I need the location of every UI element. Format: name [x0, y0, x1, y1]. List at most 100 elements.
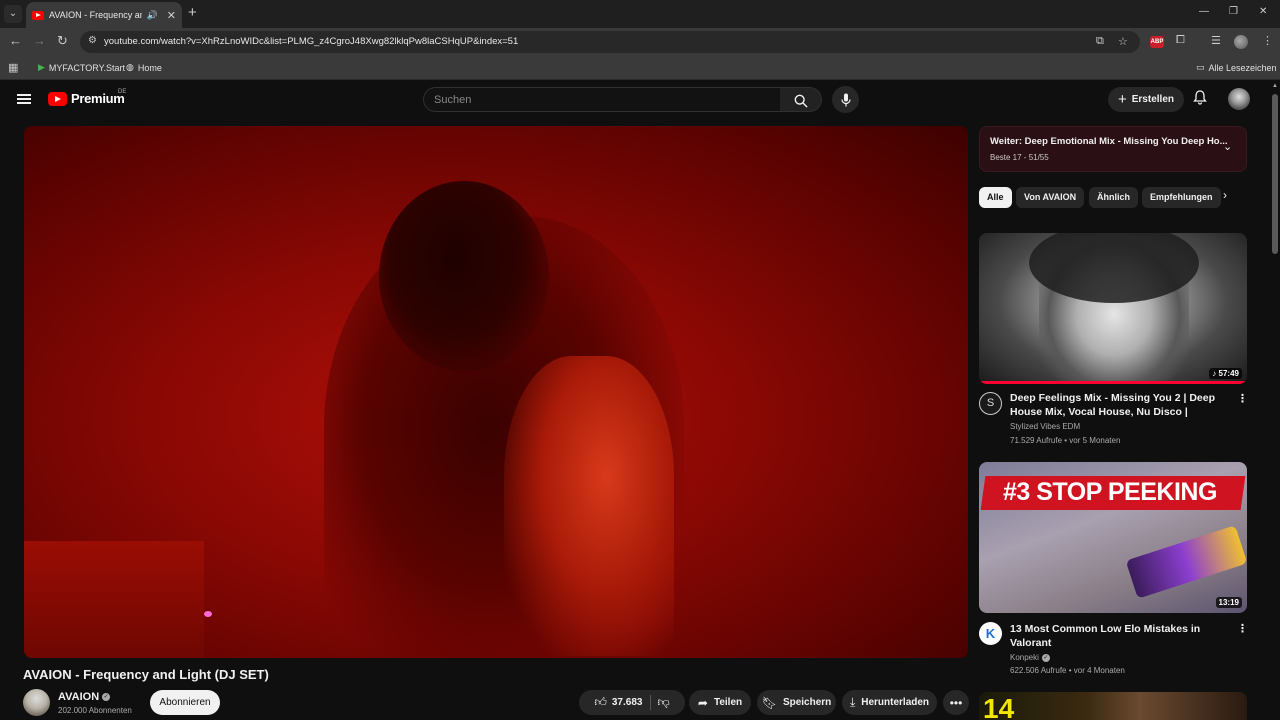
all-bookmarks-label: Alle Lesezeichen — [1208, 62, 1277, 73]
channel-label: Konpeki — [1010, 653, 1039, 662]
country-code: DE — [118, 89, 127, 95]
recommendation-channel[interactable]: Konpeki ✓ — [1010, 653, 1050, 662]
search-placeholder: Suchen — [434, 94, 472, 106]
save-label: Speichern — [782, 697, 832, 708]
forward-icon[interactable]: → — [33, 33, 46, 48]
like-button[interactable]: 👍︎ 37.683 — [594, 695, 652, 710]
dislike-button[interactable]: 👎︎ — [657, 695, 669, 710]
apps-grid-icon[interactable]: ▦ — [8, 61, 18, 74]
url-text: youtube.com/watch?v=XhRzLnoWIDc&list=PLM… — [104, 36, 519, 47]
profile-icon[interactable] — [1234, 35, 1248, 49]
create-button[interactable]: + Erstellen — [1108, 87, 1184, 112]
page-scrollbar[interactable]: ▲ — [1270, 80, 1280, 720]
youtube-logo-icon — [48, 91, 67, 106]
recommendation-channel[interactable]: Stylized Vibes EDM — [1010, 422, 1080, 431]
maximize-icon[interactable]: ❐ — [1229, 6, 1238, 17]
logo-text: Premium — [71, 91, 125, 106]
thumbnail-text: #3 STOP PEEKING — [1003, 478, 1217, 506]
video-thumbnail[interactable]: ♪ 57:49 — [979, 233, 1247, 384]
reading-list-icon[interactable]: ☰ — [1211, 34, 1221, 47]
search-icon — [794, 94, 808, 108]
bookmarks-bar: ▦ ▶ MYFACTORY.Start ◍ Home ▭ Alle Leseze… — [0, 56, 1280, 80]
like-dislike-group: 👍︎ 37.683 👎︎ — [579, 690, 685, 715]
install-app-icon[interactable]: ⧉ — [1096, 35, 1104, 48]
video-frame-light — [204, 611, 212, 617]
playlist-position: Beste 17 - 51/55 — [990, 153, 1049, 162]
verified-icon: ✓ — [1041, 653, 1050, 662]
menu-icon[interactable] — [17, 94, 31, 104]
create-label: Erstellen — [1131, 94, 1174, 105]
reload-icon[interactable]: ↻ — [57, 33, 68, 49]
channel-avatar-konpeki[interactable]: K — [979, 622, 1002, 645]
thumbs-up-icon: 👍︎ — [594, 695, 607, 709]
bookmark-home[interactable]: ◍ Home — [126, 62, 162, 73]
tab-close-icon[interactable]: ✕ — [167, 9, 176, 22]
verified-icon: ✓ — [102, 693, 111, 701]
recommendation-title[interactable]: Deep Feelings Mix - Missing You 2 | Deep… — [1010, 391, 1232, 419]
bookmark-label: MYFACTORY.Start — [48, 62, 125, 73]
video-player[interactable] — [24, 126, 968, 658]
thumbnail-weapon — [1125, 525, 1247, 599]
recommendation-meta: 71.529 Aufrufe • vor 5 Monaten — [1010, 436, 1121, 445]
video-thumbnail[interactable]: #3 STOP PEEKING 13:19 — [979, 462, 1247, 613]
new-tab-icon[interactable]: + — [188, 4, 197, 21]
chip-aehnlich[interactable]: Ähnlich — [1089, 187, 1138, 208]
save-button[interactable]: 🔖︎ Speichern — [757, 690, 836, 715]
scrollbar-thumb[interactable] — [1272, 94, 1278, 254]
chip-alle[interactable]: Alle — [979, 187, 1012, 208]
address-bar[interactable]: ⚙ youtube.com/watch?v=XhRzLnoWIDc&list=P… — [80, 31, 1140, 53]
search-input[interactable]: Suchen — [423, 87, 781, 112]
playlist-next-title: Weiter: Deep Emotional Mix - Missing You… — [990, 136, 1228, 147]
minimize-icon[interactable]: — — [1199, 6, 1209, 17]
browser-navbar: ← → ↻ ⚙ youtube.com/watch?v=XhRzLnoWIDc&… — [0, 28, 1280, 56]
chevron-down-icon[interactable]: ⌄ — [1223, 140, 1232, 153]
video-thumbnail[interactable]: 14 — [979, 692, 1247, 720]
extensions-icon[interactable]: ⧠ — [1176, 34, 1185, 47]
more-vertical-icon[interactable]: ⋮ — [1237, 622, 1248, 635]
youtube-favicon-icon — [32, 10, 44, 20]
window-close-icon[interactable]: ✕ — [1259, 6, 1267, 17]
duration-badge: ♪ 57:49 — [1209, 368, 1242, 379]
playlist-panel[interactable]: Weiter: Deep Emotional Mix - Missing You… — [979, 126, 1247, 172]
browser-tab-active[interactable]: AVAION - Frequency and Li 🔊 ✕ — [26, 2, 182, 28]
watch-progress-bar — [979, 381, 1247, 384]
chevron-right-icon[interactable]: › — [1223, 188, 1227, 202]
chip-empfehlungen[interactable]: Empfehlungen — [1142, 187, 1221, 208]
folder-icon: ▭ — [1196, 62, 1205, 72]
download-button[interactable]: ⤓ Herunterladen — [842, 690, 937, 715]
channel-name-link[interactable]: AVAION ✓ — [58, 691, 111, 703]
chip-von-avaion[interactable]: Von AVAION — [1016, 187, 1085, 208]
search-button[interactable] — [780, 87, 822, 112]
browser-tabbar: ⌄ AVAION - Frequency and Li 🔊 ✕ + — ❐ ✕ — [0, 0, 1280, 28]
audio-playing-icon[interactable]: 🔊 — [147, 10, 158, 21]
music-note-icon: ♪ — [1212, 369, 1217, 378]
bookmark-icon: 🔖︎ — [761, 695, 777, 710]
scroll-up-arrow-icon[interactable]: ▲ — [1272, 83, 1278, 89]
voice-search-button[interactable] — [832, 86, 859, 113]
plus-icon: + — [1117, 91, 1127, 108]
duration-text: 57:49 — [1218, 369, 1239, 378]
channel-avatar[interactable] — [23, 689, 50, 716]
bookmark-myfactory[interactable]: ▶ MYFACTORY.Start — [38, 62, 125, 73]
channel-avatar-stylized-vibes[interactable]: S — [979, 392, 1002, 415]
subscribe-button[interactable]: Abonnieren — [150, 690, 220, 715]
globe-icon: ◍ — [126, 62, 134, 72]
duration-badge: 13:19 — [1215, 597, 1242, 608]
more-vertical-icon[interactable]: ⋮ — [1237, 392, 1248, 405]
youtube-premium-logo[interactable]: Premium — [48, 91, 125, 106]
recommendation-title[interactable]: 13 Most Common Low Elo Mistakes in Valor… — [1010, 622, 1232, 650]
tab-search-icon[interactable]: ⌄ — [4, 5, 22, 23]
share-label: Teilen — [713, 697, 743, 708]
site-info-icon[interactable]: ⚙ — [88, 35, 97, 46]
browser-menu-icon[interactable]: ⋮ — [1262, 34, 1273, 47]
share-button[interactable]: ➦ Teilen — [689, 690, 751, 715]
more-actions-button[interactable]: ••• — [943, 690, 969, 715]
back-icon[interactable]: ← — [9, 33, 22, 48]
account-avatar[interactable] — [1228, 88, 1250, 110]
bookmark-star-icon[interactable]: ☆ — [1118, 35, 1128, 48]
download-label: Herunterladen — [861, 697, 930, 708]
all-bookmarks[interactable]: ▭ Alle Lesezeichen — [1196, 62, 1277, 73]
adblock-extension-icon[interactable]: ABP — [1150, 36, 1164, 48]
notifications-bell-icon[interactable] — [1193, 90, 1207, 108]
channel-name: AVAION — [58, 691, 100, 703]
